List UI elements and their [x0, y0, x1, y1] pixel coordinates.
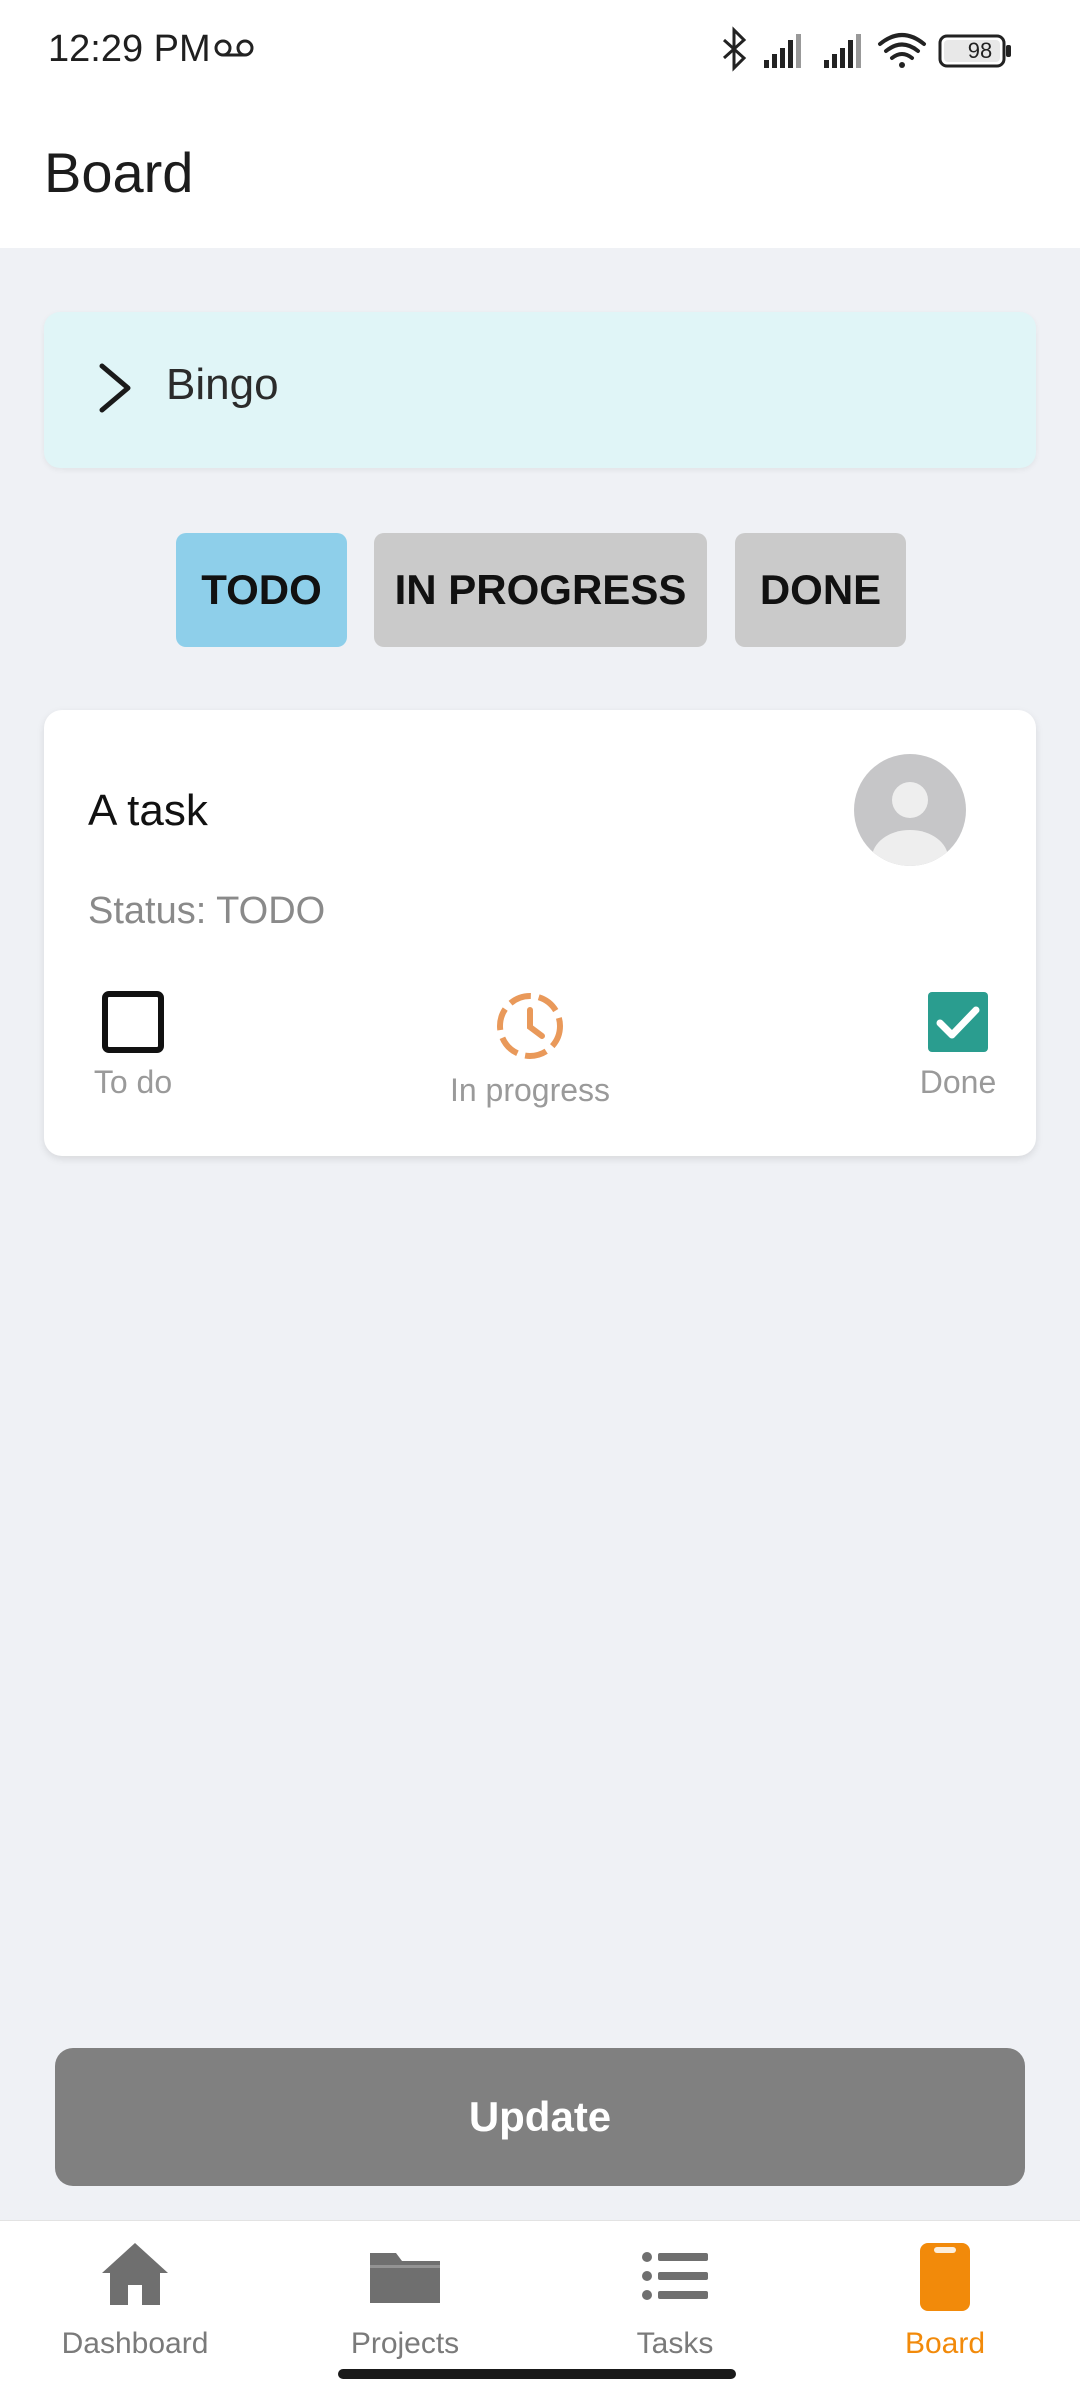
- tab-label: DONE: [759, 566, 882, 613]
- state-label: In progress: [449, 1072, 611, 1108]
- nav-label: Board: [904, 2327, 986, 2360]
- nav-label: Dashboard: [61, 2327, 209, 2360]
- page-title: Board: [44, 141, 194, 204]
- signal-icon: [824, 34, 861, 68]
- signal-icon: [764, 34, 801, 68]
- clock-icon: [497, 993, 563, 1059]
- home-indicator[interactable]: [338, 2369, 736, 2379]
- nav-item-board[interactable]: Board: [810, 2231, 1080, 2361]
- nav-item-dashboard[interactable]: Dashboard: [0, 2231, 270, 2361]
- nav-item-projects[interactable]: Projects: [270, 2231, 540, 2361]
- tab-label: TODO: [201, 566, 322, 613]
- app-bar: Board: [0, 100, 1080, 248]
- nav-item-tasks[interactable]: Tasks: [540, 2231, 810, 2361]
- bluetooth-icon: [722, 26, 747, 72]
- clipboard-icon: [920, 2243, 970, 2311]
- status-time: 12:29 PM: [48, 28, 211, 70]
- battery-level: 98: [967, 38, 993, 63]
- state-in-progress-button[interactable]: In progress: [440, 990, 620, 1109]
- state-done-button[interactable]: Done: [910, 990, 1006, 1101]
- tab-done[interactable]: DONE: [735, 533, 906, 647]
- project-selector[interactable]: Bingo: [44, 312, 1036, 468]
- folder-icon: [370, 2253, 440, 2303]
- voicemail-icon: [214, 39, 254, 57]
- status-icons: 98: [720, 26, 1040, 76]
- avatar: [854, 754, 966, 866]
- state-label: To do: [93, 1064, 173, 1100]
- chevron-right-icon: [99, 363, 131, 413]
- update-button-label: Update: [468, 2093, 612, 2140]
- checked-checkbox-icon: [928, 992, 988, 1052]
- status-bar: 12:29 PM 98: [0, 0, 1080, 100]
- state-label: Done: [919, 1064, 997, 1100]
- task-card[interactable]: A task Status: TODO To do In progress Do…: [44, 710, 1036, 1156]
- task-status: Status: TODO: [88, 890, 326, 932]
- nav-label: Tasks: [636, 2327, 714, 2360]
- tab-todo[interactable]: TODO: [176, 533, 347, 647]
- list-icon: [642, 2252, 708, 2300]
- task-title: A task: [88, 786, 208, 835]
- tab-label: IN PROGRESS: [394, 566, 687, 613]
- empty-checkbox-icon: [102, 991, 164, 1053]
- update-button[interactable]: Update: [55, 2048, 1025, 2186]
- state-todo-button[interactable]: To do: [88, 990, 178, 1101]
- nav-label: Projects: [350, 2327, 460, 2360]
- wifi-icon: [878, 33, 926, 68]
- project-name: Bingo: [166, 360, 279, 409]
- tab-in-progress[interactable]: IN PROGRESS: [374, 533, 707, 647]
- home-icon: [102, 2243, 168, 2305]
